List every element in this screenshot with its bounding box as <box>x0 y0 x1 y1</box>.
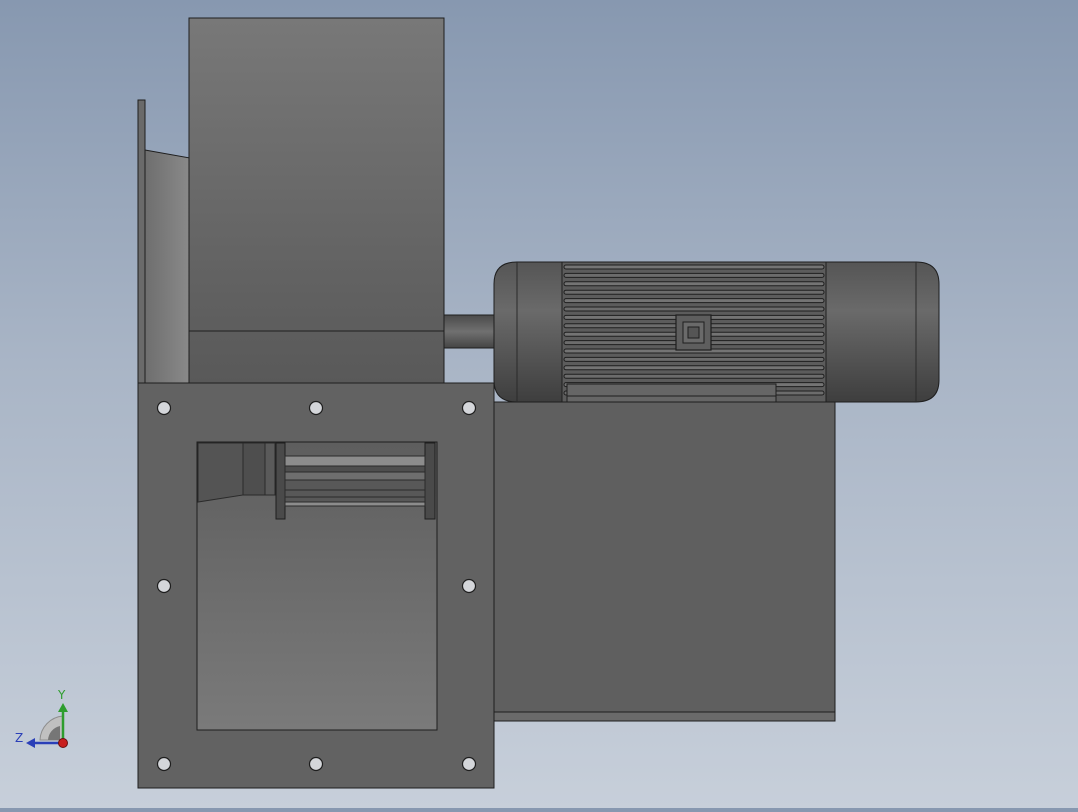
cooling-fin <box>563 281 825 287</box>
motor-front-cap <box>493 261 563 403</box>
cad-viewport[interactable]: Y Z <box>0 0 1078 808</box>
bolt-hole <box>461 756 477 772</box>
cooling-fin <box>563 373 825 379</box>
triad-z-arrow <box>26 738 35 748</box>
bolt-hole <box>461 578 477 594</box>
bolt-hole <box>308 400 324 416</box>
triad-z-label: Z <box>15 731 24 745</box>
cad-model-drawing <box>26 17 940 789</box>
motor-rear-cap <box>825 261 940 403</box>
cooling-fin <box>563 356 825 362</box>
outlet-flange <box>137 382 495 789</box>
orientation-triad <box>26 703 68 748</box>
bolt-hole <box>156 756 172 772</box>
bolt-hole <box>156 578 172 594</box>
bolt-hole <box>461 400 477 416</box>
cooling-fin <box>563 272 825 278</box>
cooling-fin <box>563 306 825 312</box>
cooling-fin <box>563 365 825 371</box>
cooling-fin <box>563 298 825 304</box>
base-rail <box>443 711 836 722</box>
bolt-hole <box>308 756 324 772</box>
motor-stand <box>493 401 836 713</box>
scroll-housing <box>188 17 445 384</box>
motor-shaft <box>443 314 497 349</box>
triad-y-label: Y <box>58 688 66 702</box>
motor-foot <box>566 383 777 403</box>
terminal-box <box>675 314 712 351</box>
cooling-fin <box>563 264 825 270</box>
triad-x-axis <box>58 738 68 748</box>
bolt-hole <box>156 400 172 416</box>
cooling-fin <box>563 289 825 295</box>
triad-y-arrow <box>58 703 68 712</box>
electric-motor <box>493 261 940 403</box>
inlet-panel <box>137 99 191 384</box>
